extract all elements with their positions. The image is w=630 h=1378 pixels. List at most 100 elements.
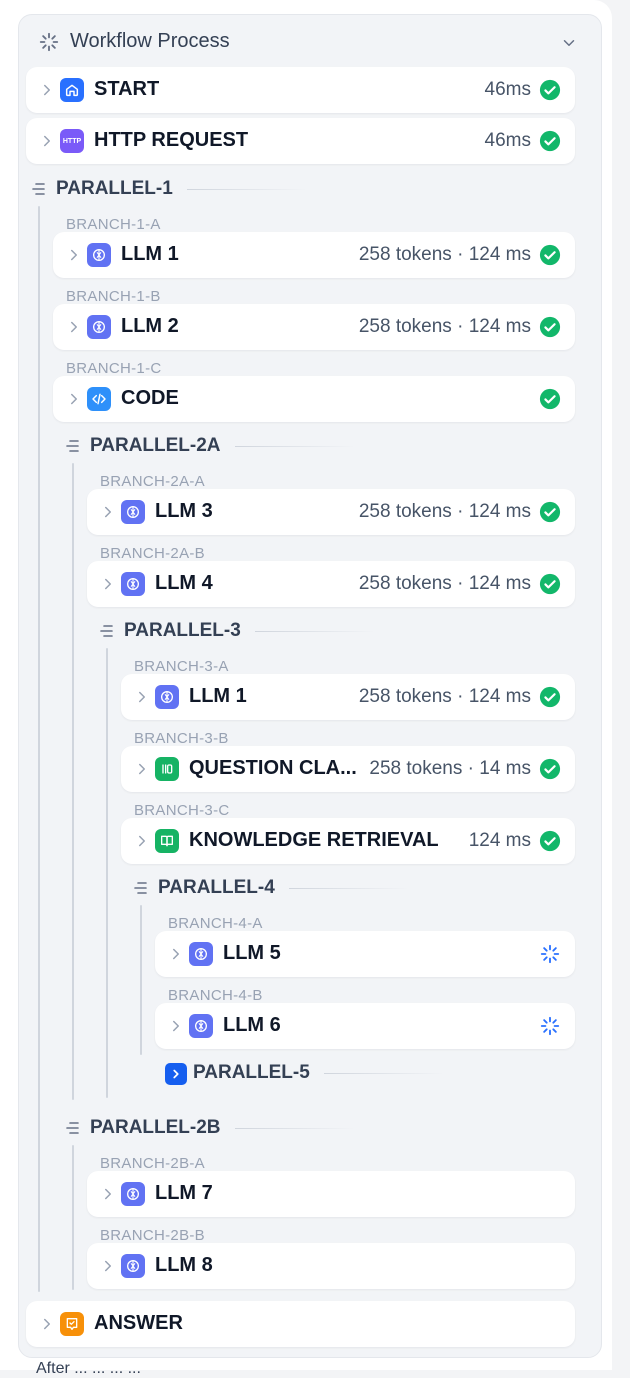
node-title: HTTP REQUEST xyxy=(94,129,249,151)
check-circle-icon xyxy=(539,686,561,708)
llm-icon xyxy=(121,1182,145,1206)
parallel-icon[interactable] xyxy=(31,181,47,197)
node-title: LLM 4 xyxy=(155,572,213,594)
llm-icon xyxy=(155,685,179,709)
parallel-1-label[interactable]: PARALLEL-1 xyxy=(56,178,307,200)
node-usage: 258 tokens · 124 ms xyxy=(358,316,531,337)
branch-label: BRANCH-1-B xyxy=(66,288,161,305)
workflow-process-title: Workflow Process xyxy=(70,30,230,52)
parallel-5-label[interactable]: PARALLEL-5 xyxy=(193,1062,444,1084)
chevron-right-icon[interactable] xyxy=(167,1017,185,1035)
parallel-2a-label[interactable]: PARALLEL-2A xyxy=(90,435,355,457)
branch-label: BRANCH-1-A xyxy=(66,216,161,233)
branch-label: BRANCH-4-B xyxy=(168,987,263,1004)
branch-label: BRANCH-2A-A xyxy=(100,473,205,490)
node-title: KNOWLEDGE RETRIEVAL xyxy=(189,829,439,851)
branch-label: BRANCH-2B-A xyxy=(100,1155,205,1172)
branch-label: BRANCH-3-C xyxy=(134,802,230,819)
node-llm-8[interactable]: LLM 8 xyxy=(87,1243,575,1289)
parallel-4-label[interactable]: PARALLEL-4 xyxy=(158,877,409,899)
node-title: LLM 8 xyxy=(155,1254,213,1276)
check-circle-icon xyxy=(539,573,561,595)
http-icon: HTTP xyxy=(60,129,84,153)
node-llm-3[interactable]: LLM 3 258 tokens · 124 ms xyxy=(87,489,575,535)
node-duration: 46ms xyxy=(484,79,531,100)
node-title: LLM 7 xyxy=(155,1182,213,1204)
question-classifier-icon xyxy=(155,757,179,781)
chevron-right-icon[interactable] xyxy=(133,760,151,778)
chevron-right-icon[interactable] xyxy=(65,246,83,264)
branch-label: BRANCH-3-A xyxy=(134,658,229,675)
chevron-right-icon[interactable] xyxy=(99,575,117,593)
check-circle-icon xyxy=(539,758,561,780)
parallel-2a-line xyxy=(72,463,74,1100)
llm-icon xyxy=(87,315,111,339)
node-title: LLM 1 xyxy=(189,685,247,707)
check-circle-icon xyxy=(539,244,561,266)
branch-label: BRANCH-3-B xyxy=(134,730,229,747)
llm-icon xyxy=(87,243,111,267)
node-llm-4[interactable]: LLM 4 258 tokens · 124 ms xyxy=(87,561,575,607)
node-knowledge-retrieval[interactable]: KNOWLEDGE RETRIEVAL 124 ms xyxy=(121,818,575,864)
check-circle-icon xyxy=(539,130,561,152)
parallel-4-line xyxy=(140,905,142,1055)
branch-label: BRANCH-2A-B xyxy=(100,545,205,562)
node-usage: 258 tokens · 124 ms xyxy=(358,686,531,707)
parallel-icon[interactable] xyxy=(133,880,149,896)
chevron-right-icon[interactable] xyxy=(65,390,83,408)
parallel-icon[interactable] xyxy=(99,623,115,639)
node-start[interactable]: START 46ms xyxy=(26,67,575,113)
node-http-request[interactable]: HTTP HTTP REQUEST 46ms xyxy=(26,118,575,164)
chevron-right-icon[interactable] xyxy=(167,945,185,963)
llm-icon xyxy=(189,1014,213,1038)
parallel-1-line xyxy=(38,206,40,1292)
knowledge-retrieval-icon xyxy=(155,829,179,853)
code-icon xyxy=(87,387,111,411)
expand-icon[interactable] xyxy=(165,1063,187,1085)
chevron-right-icon[interactable] xyxy=(99,1257,117,1275)
chevron-right-icon[interactable] xyxy=(38,132,56,150)
chevron-right-icon[interactable] xyxy=(99,503,117,521)
chevron-right-icon[interactable] xyxy=(38,1315,56,1333)
spinner-icon xyxy=(540,1016,560,1036)
node-llm-5[interactable]: LLM 5 xyxy=(155,931,575,977)
parallel-2b-line xyxy=(72,1145,74,1290)
node-code[interactable]: CODE xyxy=(53,376,575,422)
chevron-down-icon[interactable] xyxy=(560,34,578,52)
node-title: LLM 6 xyxy=(223,1014,281,1036)
node-answer[interactable]: ANSWER xyxy=(26,1301,575,1347)
parallel-icon[interactable] xyxy=(65,438,81,454)
chevron-right-icon[interactable] xyxy=(133,688,151,706)
footer-text-fragment: After ... ... ... ... xyxy=(36,1360,141,1377)
spinner-icon xyxy=(39,32,59,52)
node-llm-6[interactable]: LLM 6 xyxy=(155,1003,575,1049)
node-title: QUESTION CLA... xyxy=(189,757,357,779)
chevron-right-icon[interactable] xyxy=(99,1185,117,1203)
chevron-right-icon[interactable] xyxy=(65,318,83,336)
node-title: LLM 5 xyxy=(223,942,281,964)
branch-label: BRANCH-4-A xyxy=(168,915,263,932)
node-llm-7[interactable]: LLM 7 xyxy=(87,1171,575,1217)
chevron-right-icon[interactable] xyxy=(133,832,151,850)
node-usage: 258 tokens · 124 ms xyxy=(358,501,531,522)
node-title: CODE xyxy=(121,387,179,409)
llm-icon xyxy=(121,1254,145,1278)
node-title: ANSWER xyxy=(94,1312,183,1334)
llm-icon xyxy=(121,572,145,596)
parallel-icon[interactable] xyxy=(65,1120,81,1136)
check-circle-icon xyxy=(539,830,561,852)
node-llm-2[interactable]: LLM 2 258 tokens · 124 ms xyxy=(53,304,575,350)
check-circle-icon xyxy=(539,501,561,523)
node-llm-1-nested[interactable]: LLM 1 258 tokens · 124 ms xyxy=(121,674,575,720)
chevron-right-icon[interactable] xyxy=(38,81,56,99)
parallel-2b-label[interactable]: PARALLEL-2B xyxy=(90,1117,355,1139)
node-question-classifier[interactable]: QUESTION CLA... 258 tokens · 14 ms xyxy=(121,746,575,792)
node-usage: 258 tokens · 124 ms xyxy=(358,244,531,265)
parallel-3-label[interactable]: PARALLEL-3 xyxy=(124,620,375,642)
node-usage: 258 tokens · 14 ms xyxy=(369,758,531,779)
node-llm-1[interactable]: LLM 1 258 tokens · 124 ms xyxy=(53,232,575,278)
llm-icon xyxy=(121,500,145,524)
node-usage: 258 tokens · 124 ms xyxy=(358,573,531,594)
spinner-icon xyxy=(540,944,560,964)
llm-icon xyxy=(189,942,213,966)
